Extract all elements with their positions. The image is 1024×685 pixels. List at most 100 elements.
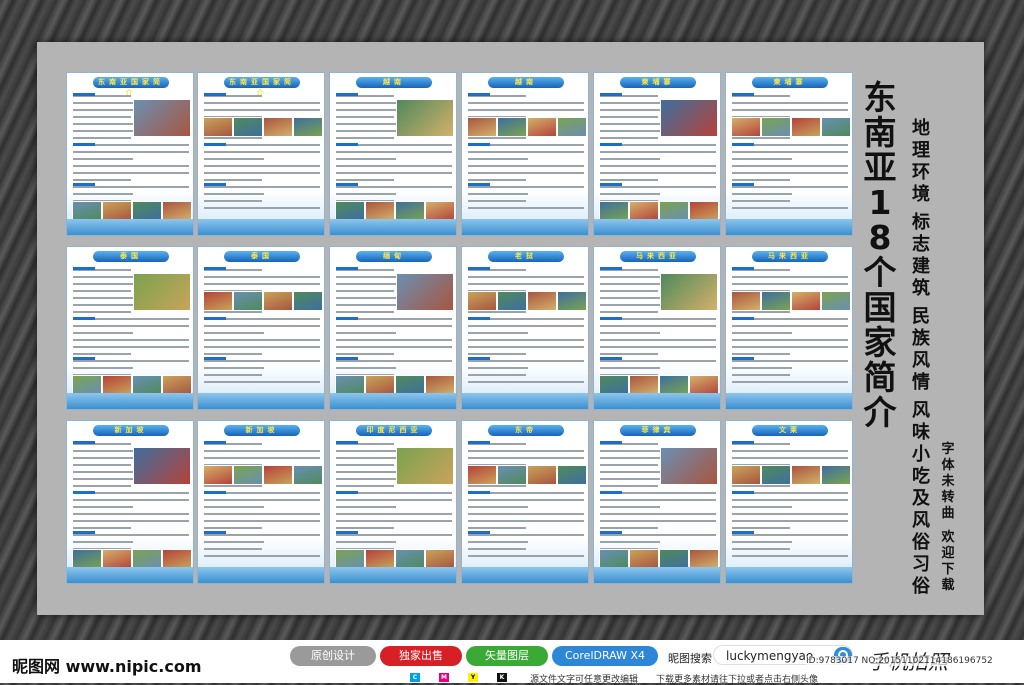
text-line bbox=[204, 374, 262, 376]
text-line bbox=[204, 534, 320, 536]
text-line bbox=[600, 513, 716, 515]
text-line bbox=[732, 172, 848, 174]
section-marker bbox=[468, 357, 490, 360]
coreldraw-button[interactable]: CorelDRAW X4 bbox=[552, 646, 658, 666]
section-marker bbox=[336, 491, 358, 494]
country-panel: 泰国 bbox=[66, 246, 194, 410]
vector-layer-button[interactable]: 矢量图层 bbox=[466, 646, 548, 666]
section-marker bbox=[468, 531, 490, 534]
section-marker bbox=[336, 357, 358, 360]
thumbnail-photo bbox=[557, 291, 587, 311]
thumbnail-photo bbox=[527, 117, 557, 137]
text-line bbox=[468, 339, 584, 341]
text-line bbox=[468, 450, 584, 452]
text-line bbox=[732, 283, 848, 285]
thumbnail-photo bbox=[425, 375, 455, 395]
text-line bbox=[73, 353, 131, 355]
thumbnail-photo bbox=[557, 117, 587, 137]
text-line bbox=[600, 367, 660, 369]
thumbnail-photo bbox=[102, 375, 132, 395]
text-line bbox=[468, 102, 584, 104]
country-panel: 东南亚国家简介 bbox=[66, 72, 194, 236]
panel-header: 泰国 bbox=[224, 251, 300, 262]
text-line bbox=[468, 332, 528, 334]
text-line bbox=[732, 374, 790, 376]
text-line bbox=[336, 290, 394, 292]
section-marker bbox=[204, 441, 226, 444]
section-marker bbox=[600, 441, 622, 444]
thumbnail-photo bbox=[497, 465, 527, 485]
section-marker bbox=[204, 183, 226, 186]
thumbnail-photo bbox=[761, 291, 791, 311]
text-line bbox=[732, 207, 848, 209]
landmark-photo bbox=[660, 273, 718, 311]
thumbnail-photo bbox=[467, 117, 497, 137]
text-line bbox=[468, 200, 526, 202]
cmyk-m: M bbox=[439, 673, 449, 682]
original-design-button[interactable]: 原创设计 bbox=[290, 646, 376, 666]
section-marker bbox=[732, 93, 754, 96]
text-line bbox=[468, 276, 584, 278]
exclusive-sale-button[interactable]: 独家出售 bbox=[380, 646, 462, 666]
text-line bbox=[204, 527, 262, 529]
thumbnail-photo bbox=[132, 201, 162, 221]
section-marker bbox=[336, 317, 358, 320]
panel-header: 老挝 bbox=[488, 251, 564, 262]
text-line bbox=[600, 506, 660, 508]
text-line bbox=[468, 158, 528, 160]
text-line bbox=[204, 311, 262, 313]
text-line bbox=[204, 381, 320, 383]
thumbnail-photo bbox=[821, 291, 851, 311]
section-marker bbox=[600, 93, 622, 96]
text-line bbox=[336, 534, 452, 536]
text-line bbox=[204, 283, 320, 285]
text-line bbox=[204, 137, 262, 139]
section-marker bbox=[600, 357, 622, 360]
section-marker bbox=[73, 357, 95, 360]
thumbnail-photo bbox=[263, 465, 293, 485]
text-line bbox=[468, 346, 584, 348]
panel-header: 新加坡 bbox=[224, 425, 300, 436]
text-line bbox=[732, 381, 848, 383]
text-line bbox=[732, 485, 790, 487]
text-line bbox=[732, 346, 848, 348]
text-line bbox=[732, 276, 848, 278]
text-line bbox=[204, 520, 320, 522]
text-line bbox=[73, 346, 189, 348]
site-logo[interactable]: 昵图网 www.nipic.com bbox=[12, 653, 202, 677]
text-line bbox=[336, 506, 396, 508]
country-panel: 柬埔寨 bbox=[593, 72, 721, 236]
text-line bbox=[336, 186, 452, 188]
text-line bbox=[204, 276, 320, 278]
text-line bbox=[336, 311, 394, 313]
thumbnail-photo bbox=[629, 201, 659, 221]
subtitle-col-4: 风味小吃及风俗习俗 bbox=[912, 400, 930, 597]
edit-note: 源文件文字可任意更改编辑 bbox=[530, 675, 639, 685]
country-panel: 缅甸 bbox=[329, 246, 457, 410]
text-line bbox=[73, 339, 189, 341]
text-line bbox=[468, 137, 526, 139]
text-line bbox=[204, 353, 262, 355]
thumbnail-photo bbox=[467, 465, 497, 485]
text-line bbox=[336, 325, 452, 327]
thumbnail-photo bbox=[629, 549, 659, 569]
section-marker bbox=[468, 267, 490, 270]
text-line bbox=[600, 297, 660, 299]
text-line bbox=[600, 339, 716, 341]
landmark-photo bbox=[660, 447, 718, 485]
section-marker bbox=[600, 491, 622, 494]
section-marker bbox=[204, 491, 226, 494]
text-line bbox=[204, 450, 320, 452]
text-line bbox=[336, 297, 396, 299]
note-col-2: 欢迎下载 bbox=[941, 530, 955, 593]
section-marker bbox=[468, 143, 490, 146]
text-line bbox=[336, 499, 452, 501]
text-line bbox=[73, 534, 189, 536]
text-line bbox=[600, 172, 716, 174]
thumbnail-photo bbox=[659, 201, 689, 221]
panel-header: 马来西亚 bbox=[752, 251, 828, 262]
text-line bbox=[336, 172, 452, 174]
cmyk-k: K bbox=[497, 673, 507, 682]
thumbnail-photo bbox=[203, 291, 233, 311]
text-line bbox=[600, 499, 716, 501]
